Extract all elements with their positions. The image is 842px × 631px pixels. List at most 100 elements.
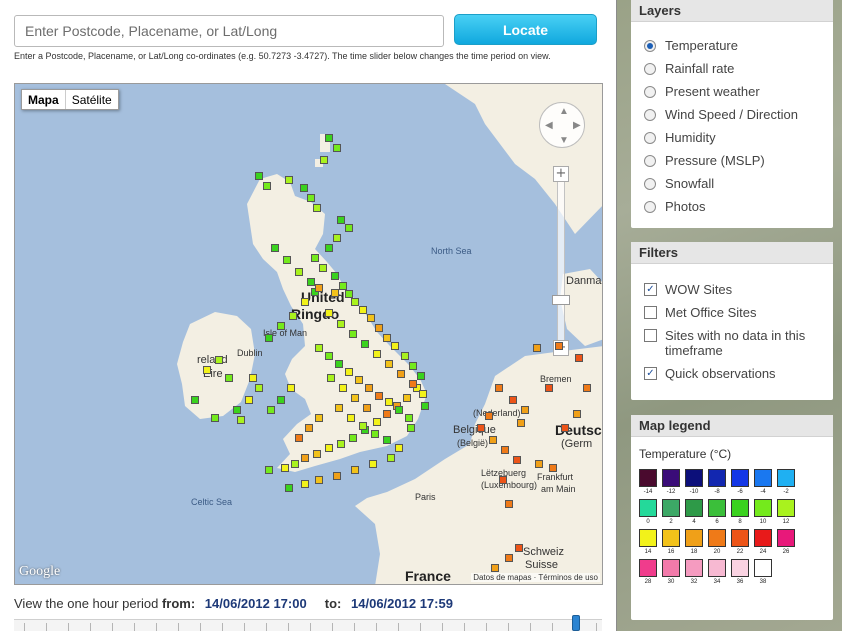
observation-marker[interactable] (271, 244, 279, 252)
observation-marker[interactable] (285, 484, 293, 492)
observation-marker[interactable] (301, 454, 309, 462)
filter-option[interactable]: ✓ WOW Sites (631, 282, 833, 297)
observation-marker[interactable] (315, 414, 323, 422)
observation-marker[interactable] (373, 418, 381, 426)
observation-marker[interactable] (295, 434, 303, 442)
observation-marker[interactable] (347, 414, 355, 422)
observation-marker[interactable] (315, 476, 323, 484)
observation-marker[interactable] (325, 444, 333, 452)
observation-marker[interactable] (545, 384, 553, 392)
observation-marker[interactable] (363, 404, 371, 412)
observation-marker[interactable] (291, 460, 299, 468)
observation-marker[interactable] (267, 406, 275, 414)
layer-radio[interactable] (644, 108, 656, 121)
locate-button[interactable]: Locate (454, 14, 597, 45)
observation-marker[interactable] (211, 414, 219, 422)
filter-option[interactable]: Sites with no data in this timeframe (631, 328, 833, 358)
observation-marker[interactable] (289, 312, 297, 320)
observation-marker[interactable] (333, 472, 341, 480)
observation-marker[interactable] (255, 384, 263, 392)
observation-marker[interactable] (249, 374, 257, 382)
observation-marker[interactable] (315, 344, 323, 352)
layer-radio[interactable] (644, 154, 656, 167)
observation-marker[interactable] (331, 272, 339, 280)
observation-marker[interactable] (477, 424, 485, 432)
observation-marker[interactable] (395, 444, 403, 452)
observation-marker[interactable] (421, 402, 429, 410)
observation-marker[interactable] (561, 424, 569, 432)
observation-marker[interactable] (533, 344, 541, 352)
observation-marker[interactable] (277, 322, 285, 330)
observation-marker[interactable] (325, 134, 333, 142)
observation-marker[interactable] (345, 368, 353, 376)
observation-marker[interactable] (573, 410, 581, 418)
observation-marker[interactable] (325, 352, 333, 360)
observation-marker[interactable] (325, 309, 333, 317)
observation-marker[interactable] (337, 440, 345, 448)
observation-marker[interactable] (265, 334, 273, 342)
observation-marker[interactable] (307, 278, 315, 286)
observation-marker[interactable] (395, 406, 403, 414)
observation-marker[interactable] (383, 334, 391, 342)
observation-marker[interactable] (383, 436, 391, 444)
observation-marker[interactable] (335, 404, 343, 412)
observation-marker[interactable] (417, 372, 425, 380)
observation-marker[interactable] (245, 396, 253, 404)
observation-marker[interactable] (300, 184, 308, 192)
observation-marker[interactable] (325, 244, 333, 252)
pan-down-icon[interactable]: ▼ (559, 136, 569, 146)
zoom-in-button[interactable]: + (553, 166, 569, 182)
observation-marker[interactable] (371, 430, 379, 438)
observation-marker[interactable] (301, 480, 309, 488)
observation-marker[interactable] (385, 398, 393, 406)
observation-marker[interactable] (515, 544, 523, 552)
observation-marker[interactable] (499, 476, 507, 484)
observation-marker[interactable] (225, 374, 233, 382)
observation-marker[interactable] (349, 330, 357, 338)
filter-checkbox[interactable] (644, 306, 657, 319)
layer-option[interactable]: Temperature (631, 34, 833, 57)
observation-marker[interactable] (313, 450, 321, 458)
observation-marker[interactable] (513, 456, 521, 464)
zoom-slider-track[interactable] (557, 166, 565, 352)
pan-left-icon[interactable]: ◀ (545, 121, 553, 131)
observation-marker[interactable] (305, 424, 313, 432)
pan-control[interactable]: ▲ ▼ ◀ ▶ (539, 102, 585, 148)
observation-marker[interactable] (339, 384, 347, 392)
observation-marker[interactable] (351, 466, 359, 474)
observation-marker[interactable] (505, 500, 513, 508)
observation-marker[interactable] (345, 224, 353, 232)
observation-marker[interactable] (281, 464, 289, 472)
filter-checkbox[interactable] (644, 329, 657, 342)
layer-option[interactable]: Present weather (631, 80, 833, 103)
observation-marker[interactable] (365, 384, 373, 392)
observation-marker[interactable] (505, 554, 513, 562)
filter-option[interactable]: ✓ Quick observations (631, 366, 833, 381)
map-canvas[interactable]: Mapa Satélite ▲ ▼ ◀ ▶ + − United Ringdo … (14, 83, 603, 585)
observation-marker[interactable] (315, 284, 323, 292)
observation-marker[interactable] (491, 564, 499, 572)
observation-marker[interactable] (385, 360, 393, 368)
observation-marker[interactable] (419, 390, 427, 398)
observation-marker[interactable] (191, 396, 199, 404)
layer-option[interactable]: Snowfall (631, 172, 833, 195)
map-type-satellite-button[interactable]: Satélite (65, 90, 118, 109)
observation-marker[interactable] (339, 282, 347, 290)
observation-marker[interactable] (345, 290, 353, 298)
layer-option[interactable]: Wind Speed / Direction (631, 103, 833, 126)
observation-marker[interactable] (203, 366, 211, 374)
observation-marker[interactable] (285, 176, 293, 184)
observation-marker[interactable] (287, 384, 295, 392)
observation-marker[interactable] (369, 460, 377, 468)
observation-marker[interactable] (255, 172, 263, 180)
observation-marker[interactable] (405, 414, 413, 422)
observation-marker[interactable] (407, 424, 415, 432)
observation-marker[interactable] (383, 410, 391, 418)
filter-option[interactable]: Met Office Sites (631, 305, 833, 320)
layer-radio[interactable] (644, 62, 656, 75)
observation-marker[interactable] (327, 374, 335, 382)
pan-right-icon[interactable]: ▶ (573, 121, 581, 131)
observation-marker[interactable] (283, 256, 291, 264)
observation-marker[interactable] (351, 394, 359, 402)
observation-marker[interactable] (509, 396, 517, 404)
